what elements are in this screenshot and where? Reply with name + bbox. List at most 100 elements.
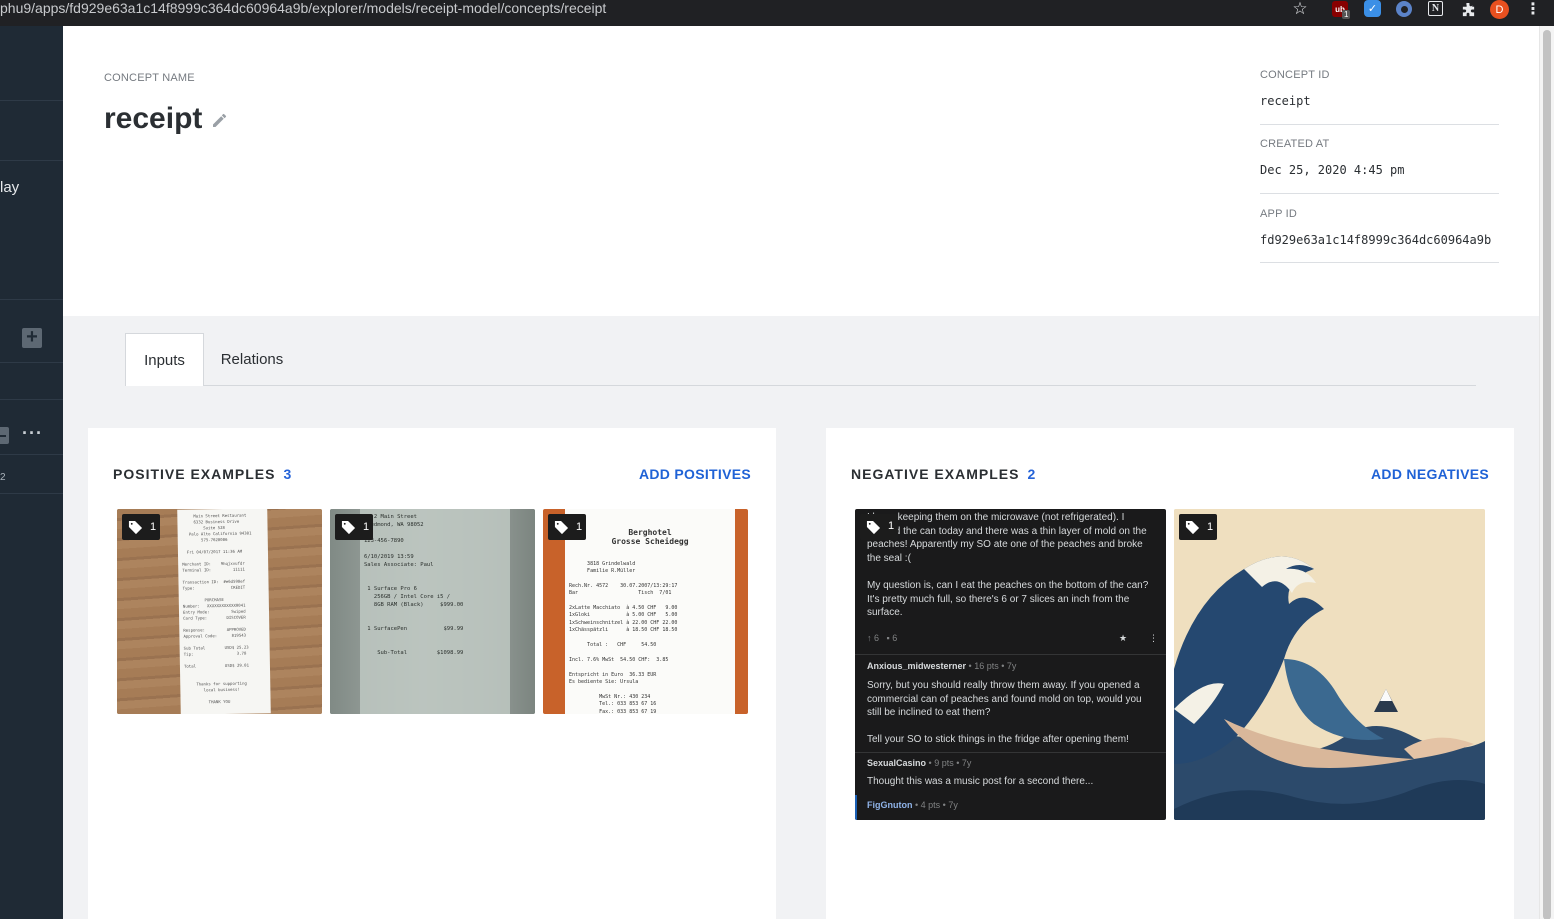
receipt-paper: Main Street Restaurant 6332 Business Dri… <box>177 509 271 714</box>
concept-name-label: CONCEPT NAME <box>104 72 195 84</box>
tag-count-badge: 1 <box>1179 514 1217 540</box>
positive-examples-panel: POSITIVE EXAMPLES 3 ADD POSITIVES Main St… <box>88 428 776 919</box>
negative-examples-heading: NEGATIVE EXAMPLES 2 <box>851 466 1036 482</box>
profile-avatar[interactable]: D <box>1490 0 1509 19</box>
more-vertical-icon[interactable]: ⋮ <box>1524 0 1542 18</box>
negative-example-thumbnail[interactable]: I been keeping them on the microwave (no… <box>855 509 1166 820</box>
positive-example-thumbnail[interactable]: 2 Main Street Redmond, WA 98052 123-456-… <box>330 509 535 714</box>
comment-meta: • 16 pts • 7y <box>968 661 1017 671</box>
comment-header: SexualCasino • 9 pts • 7y <box>867 757 1157 771</box>
tag-icon <box>1185 520 1200 534</box>
comment-text: Tell your SO to stick things in the frid… <box>867 734 1129 745</box>
star-icon[interactable]: ★ <box>1119 632 1127 646</box>
add-positives-button[interactable]: ADD POSITIVES <box>639 466 751 482</box>
reddit-post-actions: ↑ 6 ▪ 6 ★ ⋮ <box>867 632 1158 646</box>
comment-username: SexualCasino <box>867 758 927 768</box>
fly-extension-icon[interactable]: ✓ <box>1364 0 1381 17</box>
thread-bar <box>855 795 857 820</box>
tag-icon <box>128 520 143 534</box>
comment-username: FigGnuton <box>867 800 913 810</box>
extensions-puzzle-icon[interactable] <box>1459 0 1477 18</box>
negative-examples-count: 2 <box>1027 466 1037 482</box>
comment-meta: • 4 pts • 7y <box>915 800 958 810</box>
ublock-badge: 1 <box>1342 10 1351 19</box>
circle-extension-icon[interactable] <box>1396 1 1412 17</box>
concept-id-block: CONCEPT ID receipt <box>1260 69 1499 125</box>
add-negatives-button[interactable]: ADD NEGATIVES <box>1371 466 1489 482</box>
concept-header: CONCEPT NAME receipt CONCEPT ID receipt … <box>63 26 1539 316</box>
receipt-paper: Berghotel Grosse Scheidegg 3818 Grindelw… <box>565 509 735 714</box>
tag-count-badge: 1 <box>548 514 586 540</box>
comment-header: FigGnuton • 4 pts • 7y <box>867 799 1157 813</box>
tag-count: 1 <box>888 520 895 533</box>
bookmark-star-icon[interactable]: ☆ <box>1291 0 1309 18</box>
tab-relations[interactable]: Relations <box>204 333 300 386</box>
url-text[interactable]: phu9/apps/fd929e63a1c14f8999c364dc60964a… <box>0 0 606 16</box>
more-horizontal-icon[interactable]: ··· <box>22 423 43 444</box>
tag-icon <box>341 520 356 534</box>
tag-count-badge: 1 <box>122 514 160 540</box>
positive-example-thumbnail[interactable]: Main Street Restaurant 6332 Business Dri… <box>117 509 322 714</box>
created-at-block: CREATED AT Dec 25, 2020 4:45 pm <box>1260 138 1499 194</box>
tag-count: 1 <box>150 521 157 533</box>
sidebar-divider <box>0 160 63 161</box>
comment-meta: • 9 pts • 7y <box>928 758 972 768</box>
app-id-value: fd929e63a1c14f8999c364dc60964a9b <box>1260 233 1492 247</box>
app-id-block: APP ID fd929e63a1c14f8999c364dc60964a9b <box>1260 208 1499 263</box>
sidebar-divider <box>0 399 63 400</box>
negative-examples-title: NEGATIVE EXAMPLES <box>851 466 1020 482</box>
concept-id-value: receipt <box>1260 94 1311 108</box>
tag-count: 1 <box>363 521 370 533</box>
reddit-post-text-1: I been keeping them on the microwave (no… <box>867 512 1147 564</box>
comment-header: Anxious_midwesterner • 16 pts • 7y <box>867 660 1157 674</box>
comment-icon[interactable]: ▪ <box>887 633 890 643</box>
concept-id-label: CONCEPT ID <box>1260 69 1330 81</box>
tag-count-badge: 1 <box>335 514 373 540</box>
positive-example-thumbnail[interactable]: Berghotel Grosse Scheidegg 3818 Grindelw… <box>543 509 748 714</box>
scrollbar-thumb[interactable] <box>1543 30 1551 919</box>
tag-count: 1 <box>1207 521 1214 533</box>
collapse-minus-icon[interactable] <box>0 427 9 444</box>
add-plus-icon[interactable]: + <box>22 327 42 348</box>
concept-name: receipt <box>104 102 203 135</box>
sidebar-divider <box>0 299 63 300</box>
sidebar-divider <box>0 100 63 101</box>
tab-inputs[interactable]: Inputs <box>125 333 204 386</box>
positive-examples-heading: POSITIVE EXAMPLES 3 <box>113 466 292 482</box>
reddit-separator <box>855 752 1166 753</box>
browser-url-bar[interactable]: phu9/apps/fd929e63a1c14f8999c364dc60964a… <box>0 0 1554 26</box>
page-scrollbar[interactable] <box>1539 26 1554 919</box>
upvote-icon[interactable]: ↑ <box>867 633 872 643</box>
sidebar-item-display[interactable]: lay <box>0 179 19 196</box>
comment-count: 6 <box>892 633 898 643</box>
receipt-paper: 2 Main Street Redmond, WA 98052 123-456-… <box>360 509 510 714</box>
sidebar-divider <box>0 362 63 363</box>
negative-example-thumbnail[interactable]: 1 <box>1174 509 1485 820</box>
tag-icon <box>554 520 569 534</box>
great-wave-image <box>1174 509 1485 820</box>
receipt-header: Berghotel Grosse Scheidegg <box>611 527 689 546</box>
tag-icon <box>866 520 881 534</box>
positive-examples-title: POSITIVE EXAMPLES <box>113 466 276 482</box>
positive-examples-count: 3 <box>283 466 293 482</box>
sidebar-small-label: 2 <box>0 472 6 483</box>
comment-text: Sorry, but you should really throw them … <box>867 680 1142 718</box>
tag-count: 1 <box>576 521 583 533</box>
notion-extension-icon[interactable]: N <box>1428 1 1443 16</box>
upvote-count: 6 <box>874 633 880 643</box>
app-sidebar: lay + ··· 2 <box>0 26 63 919</box>
more-vertical-icon[interactable]: ⋮ <box>1149 632 1158 646</box>
negative-examples-panel: NEGATIVE EXAMPLES 2 ADD NEGATIVES I been … <box>826 428 1514 919</box>
reddit-post-text-2: My question is, can I eat the peaches on… <box>867 580 1149 618</box>
created-at-value: Dec 25, 2020 4:45 pm <box>1260 163 1405 177</box>
comment-username: Anxious_midwesterner <box>867 661 967 671</box>
comment-text: Thought this was a music post for a seco… <box>867 776 1094 787</box>
reddit-separator <box>855 654 1166 655</box>
sidebar-divider <box>0 493 63 494</box>
edit-pencil-icon[interactable] <box>210 110 230 130</box>
tabs-underline <box>126 385 1476 386</box>
created-at-label: CREATED AT <box>1260 138 1330 150</box>
sidebar-divider <box>0 454 63 455</box>
app-id-label: APP ID <box>1260 208 1298 220</box>
tag-count-badge: 1 <box>860 514 898 540</box>
